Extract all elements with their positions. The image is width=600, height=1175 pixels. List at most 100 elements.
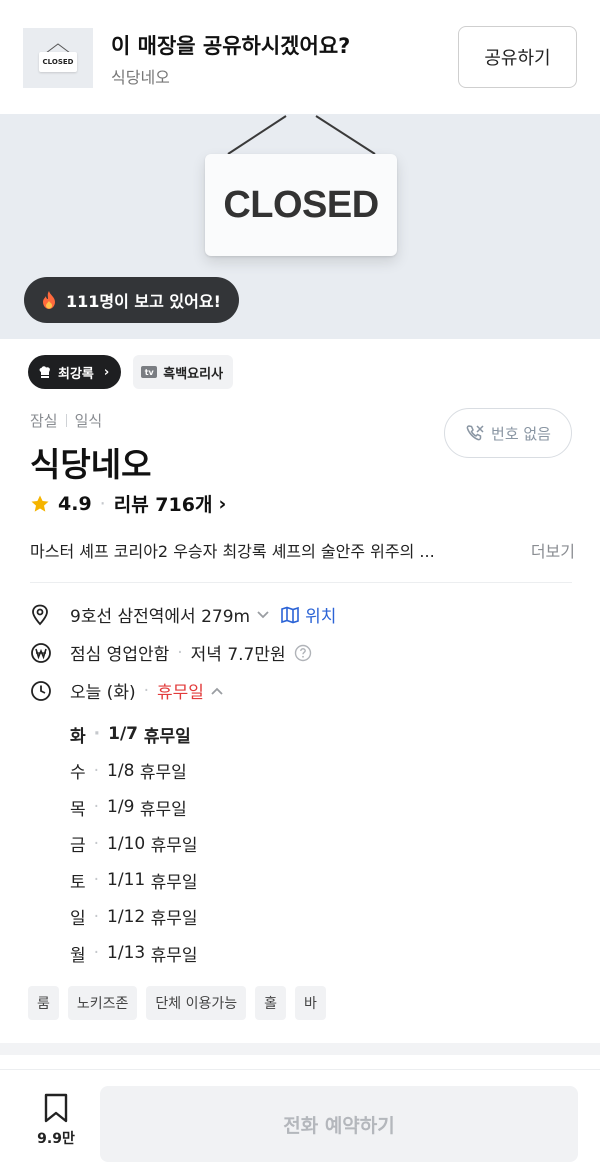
map-link[interactable]: 위치 [280, 602, 336, 627]
won-icon [30, 642, 58, 664]
tag-chip: 단체 이용가능 [146, 986, 247, 1020]
week-date: 1/7 [108, 724, 138, 745]
share-subtitle: 식당네오 [111, 68, 170, 87]
area-label: 잠실 [30, 412, 58, 430]
week-row: 금 · 1/10 휴무일 [70, 826, 198, 863]
week-row: 일 · 1/12 휴무일 [70, 899, 198, 936]
no-phone-button[interactable]: 번호 없음 [444, 408, 572, 458]
separator-dot: · [177, 642, 183, 663]
closed-sign: CLOSED [205, 154, 397, 256]
week-status: 휴무일 [139, 799, 187, 820]
week-status: 휴무일 [150, 836, 198, 857]
show-chip[interactable]: tv 흑백요리사 [133, 355, 234, 389]
week-row: 수 · 1/8 휴무일 [70, 753, 198, 790]
map-label: 위치 [305, 607, 337, 627]
viewers-badge: 111명이 보고 있어요! [24, 277, 239, 323]
week-date: 1/12 [107, 906, 146, 927]
lunch-text: 점심 영업안함 [70, 645, 170, 665]
bookmark-count: 9.9만 [37, 1131, 75, 1147]
closed-sign-text: CLOSED [223, 183, 379, 226]
separator-dot: · [93, 797, 100, 818]
chef-chip[interactable]: 최강록 › [28, 355, 122, 389]
tv-icon: tv [141, 366, 158, 378]
rating-row[interactable]: 4.9 · 리뷰 716개 › [30, 490, 226, 517]
share-title: 이 매장을 공유하시겠어요? [111, 34, 351, 58]
call-reservation-button[interactable]: 전화 예약하기 [100, 1086, 578, 1162]
week-date: 1/11 [107, 870, 146, 891]
week-day: 일 [70, 909, 86, 930]
week-day: 토 [70, 872, 86, 893]
week-row: 목 · 1/9 휴무일 [70, 789, 198, 826]
share-button[interactable]: 공유하기 [458, 26, 577, 88]
more-link[interactable]: 더보기 [531, 538, 575, 562]
distance-text: 9호선 삼전역에서 279m [70, 607, 251, 627]
clock-icon [30, 680, 58, 702]
hours-row[interactable]: 오늘 (화) · 휴무일 [30, 678, 224, 703]
week-date: 1/9 [107, 797, 135, 818]
section-separator [0, 1043, 600, 1055]
week-day: 화 [70, 726, 86, 747]
week-row: 토 · 1/11 휴무일 [70, 862, 198, 899]
fire-icon [40, 290, 58, 310]
dinner-text: 저녁 7.7만원 [190, 645, 286, 665]
separator-dot: · [93, 833, 100, 854]
tag-chip: 홀 [255, 986, 287, 1020]
week-status: 휴무일 [150, 945, 198, 966]
week-day: 목 [70, 799, 86, 820]
week-day: 금 [70, 836, 86, 857]
show-chip-label: 흑백요리사 [163, 366, 224, 382]
week-status: 휴무일 [143, 726, 191, 747]
map-icon [280, 606, 300, 624]
chef-chip-label: 최강록 [58, 366, 94, 382]
chip-row: 최강록 › tv 흑백요리사 [28, 355, 234, 389]
weekly-hours: 화 · 1/7 휴무일 수 · 1/8 휴무일 목 · 1/9 휴무일 금 · … [70, 716, 198, 972]
separator-dot: · [93, 870, 100, 891]
rating-value: 4.9 [58, 492, 92, 515]
hero-image: CLOSED 111명이 보고 있어요! [0, 114, 600, 339]
separator-dot: · [93, 943, 100, 964]
chevron-right-icon: › [103, 364, 110, 380]
share-banner: CLOSED 이 매장을 공유하시겠어요? 식당네오 공유하기 [0, 0, 600, 114]
week-row: 화 · 1/7 휴무일 [70, 716, 198, 753]
price-row: 점심 영업안함 · 저녁 7.7만원 [30, 640, 312, 665]
thumbnail-closed-sign: CLOSED [39, 52, 77, 72]
bookmark-icon [42, 1092, 70, 1124]
description-row: 마스터 셰프 코리아2 우승자 최강록 셰프의 술안주 위주의 ... 더보기 [30, 538, 575, 562]
week-day: 수 [70, 763, 86, 784]
help-icon[interactable] [294, 644, 312, 662]
separator-dot: · [143, 680, 149, 701]
review-count: 리뷰 716개 [113, 494, 213, 516]
description-text: 마스터 셰프 코리아2 우승자 최강록 셰프의 술안주 위주의 ... [30, 542, 435, 561]
week-status: 휴무일 [150, 872, 198, 893]
today-status: 휴무일 [157, 683, 204, 703]
tag-row: 룸 노키즈존 단체 이용가능 홀 바 [28, 986, 326, 1020]
chevron-right-icon: › [218, 492, 227, 515]
divider [65, 414, 67, 427]
location-category: 잠실 일식 [30, 410, 102, 431]
location-pin-icon [30, 604, 58, 626]
distance-row: 9호선 삼전역에서 279m 위치 [30, 602, 336, 627]
separator-dot: · [93, 760, 100, 781]
store-name: 식당네오 [30, 445, 152, 484]
bookmark-button[interactable]: 9.9만 [30, 1092, 82, 1148]
week-date: 1/10 [107, 833, 146, 854]
week-status: 휴무일 [150, 909, 198, 930]
today-text: 오늘 (화) [70, 683, 136, 703]
chevron-down-icon[interactable] [256, 610, 270, 620]
separator-dot: · [99, 492, 106, 515]
week-day: 월 [70, 945, 86, 966]
week-date: 1/8 [107, 760, 135, 781]
category-label: 일식 [74, 412, 103, 430]
no-phone-label: 번호 없음 [491, 424, 551, 443]
share-thumbnail: CLOSED [23, 28, 93, 88]
section-divider [30, 582, 572, 583]
phone-off-icon [465, 423, 485, 443]
week-status: 휴무일 [139, 763, 187, 784]
tag-chip: 룸 [28, 986, 59, 1020]
tag-chip: 노키즈존 [67, 986, 138, 1020]
chef-hat-icon [38, 365, 52, 379]
separator-dot: · [93, 906, 100, 927]
chevron-up-icon[interactable] [210, 686, 224, 696]
separator-dot: · [93, 724, 101, 745]
viewers-text: 111명이 보고 있어요! [66, 292, 221, 311]
